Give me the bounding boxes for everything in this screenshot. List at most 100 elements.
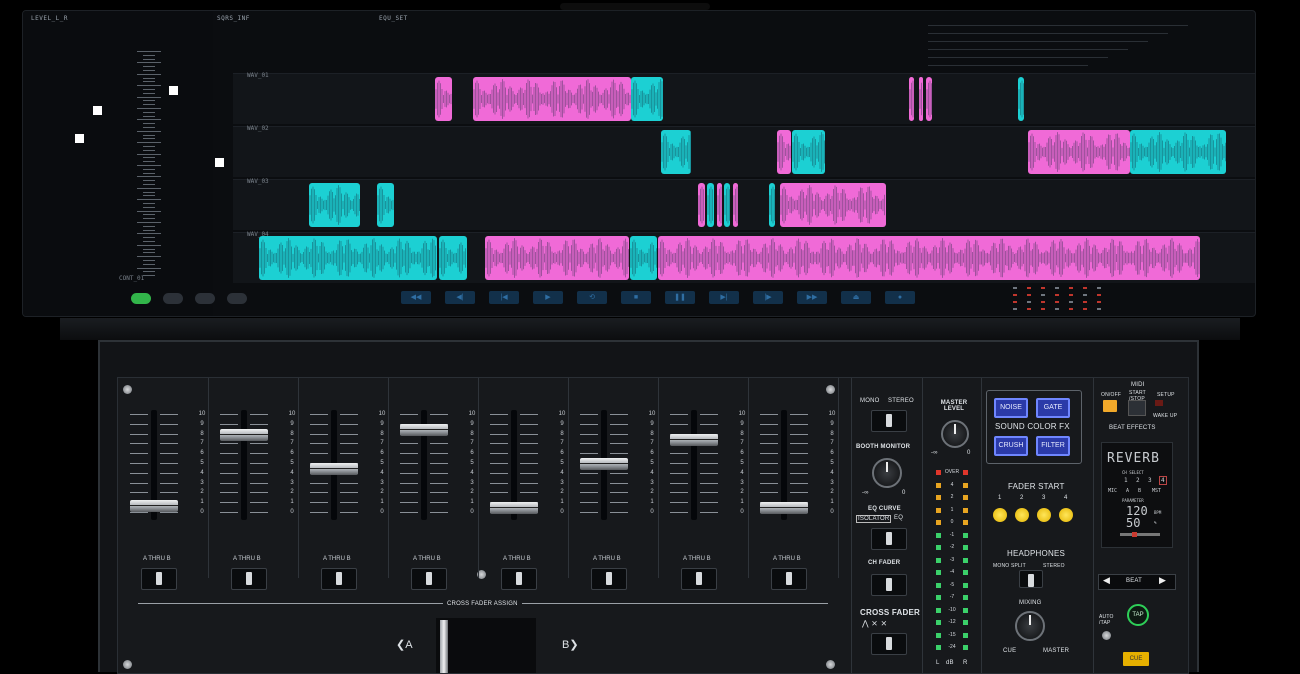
record-icon[interactable]: ● — [885, 291, 915, 304]
level-marker[interactable] — [93, 106, 102, 115]
audio-clip[interactable] — [630, 236, 657, 280]
fader-tick — [790, 463, 808, 464]
ruler-tick — [143, 237, 155, 239]
next-icon[interactable]: ▶| — [709, 291, 739, 304]
stop-icon[interactable]: ■ — [621, 291, 651, 304]
crossfader-assign-switch[interactable] — [231, 568, 267, 590]
channel-fader-cap[interactable] — [490, 502, 538, 515]
audio-clip[interactable] — [777, 130, 791, 174]
auto-tap-switch[interactable] — [1102, 631, 1111, 640]
audio-clip[interactable] — [733, 183, 738, 227]
booth-monitor-knob[interactable] — [872, 458, 902, 488]
fast-forward-icon[interactable]: ▶▶ — [797, 291, 827, 304]
channel-fader-cap[interactable] — [580, 458, 628, 471]
headphones-mono-split-switch[interactable] — [1019, 570, 1043, 588]
track-row[interactable]: WAV_03 — [233, 178, 1255, 230]
headphones-mixing-knob[interactable] — [1015, 611, 1045, 641]
audio-clip[interactable] — [439, 236, 467, 280]
audio-clip[interactable] — [631, 77, 663, 121]
status-light[interactable] — [163, 293, 183, 304]
audio-clip[interactable] — [769, 183, 775, 227]
channel-fader-cap[interactable] — [310, 463, 358, 475]
channel-fader-cap[interactable] — [760, 502, 808, 515]
ch-fader-curve-switch[interactable] — [871, 574, 907, 596]
audio-clip[interactable] — [698, 183, 705, 227]
crossfader-cap[interactable] — [440, 620, 448, 673]
midi-on-off-button[interactable] — [1103, 400, 1117, 412]
status-dot — [1041, 287, 1045, 289]
crush-button[interactable]: CRUSH — [994, 436, 1028, 456]
channel-fader-cap[interactable] — [220, 428, 268, 441]
tap-button[interactable]: TAP — [1127, 604, 1149, 626]
pause-icon[interactable]: ❚❚ — [665, 291, 695, 304]
channel-fader-cap[interactable] — [670, 433, 718, 446]
audio-clip[interactable] — [485, 236, 629, 280]
audio-clip[interactable] — [309, 183, 360, 227]
master-max-label: 0 — [967, 450, 971, 456]
level-marker[interactable] — [75, 134, 84, 143]
level-marker[interactable] — [169, 86, 178, 95]
status-light[interactable] — [195, 293, 215, 304]
audio-clip[interactable] — [661, 130, 691, 174]
audio-clip[interactable] — [658, 236, 1200, 280]
gate-button[interactable]: GATE — [1036, 398, 1070, 418]
cue-button[interactable]: CUE — [1123, 652, 1149, 666]
cross-fader-curve-switch[interactable] — [871, 633, 907, 655]
fader-start-button[interactable] — [1015, 508, 1029, 522]
status-light[interactable] — [227, 293, 247, 304]
assign-label: A THRU B — [323, 556, 351, 562]
audio-clip[interactable] — [792, 130, 825, 174]
fader-scale-num: 0 — [560, 508, 564, 515]
track-row[interactable]: WAV_01 — [233, 72, 1255, 124]
midi-start-stop-button[interactable] — [1128, 400, 1146, 416]
noise-button[interactable]: NOISE — [994, 398, 1028, 418]
crossfader-assign-switch[interactable] — [501, 568, 537, 590]
crossfader-assign-switch[interactable] — [591, 568, 627, 590]
audio-clip[interactable] — [1028, 130, 1130, 174]
audio-clip[interactable] — [717, 183, 722, 227]
step-back-icon[interactable]: ◀| — [445, 291, 475, 304]
prev-icon[interactable]: |◀ — [489, 291, 519, 304]
filter-button[interactable]: FILTER — [1036, 436, 1070, 456]
audio-clip[interactable] — [919, 77, 923, 121]
crossfader-assign-switch[interactable] — [321, 568, 357, 590]
loop-icon[interactable]: ⟲ — [577, 291, 607, 304]
status-light[interactable] — [131, 293, 151, 304]
audio-clip[interactable] — [435, 77, 452, 121]
mono-stereo-switch[interactable] — [871, 410, 907, 432]
eject-icon[interactable]: ⏏ — [841, 291, 871, 304]
fader-scale: 10 9 8 7 6 5 4 3 2 1 0 — [468, 410, 476, 518]
step-forward-icon[interactable]: |▶ — [753, 291, 783, 304]
fader-start-button[interactable] — [1037, 508, 1051, 522]
crossfader-assign-switch[interactable] — [141, 568, 177, 590]
beat-right-button[interactable]: ▶ — [1159, 575, 1166, 586]
track-row[interactable]: WAV_04 — [233, 231, 1255, 283]
waveform-path — [724, 186, 730, 224]
assign-thru: THRU — [508, 556, 527, 562]
rewind-icon[interactable]: ◀◀ — [401, 291, 431, 304]
crossfader-assign-switch[interactable] — [771, 568, 807, 590]
crossfader-assign-switch[interactable] — [411, 568, 447, 590]
master-level-knob[interactable] — [941, 420, 969, 448]
headphones-label: HEADPHONES — [1007, 549, 1066, 558]
audio-clip[interactable] — [1018, 77, 1024, 121]
channel-fader-cap[interactable] — [130, 500, 178, 513]
audio-clip[interactable] — [724, 183, 730, 227]
crossfader-assign-switch[interactable] — [681, 568, 717, 590]
audio-clip[interactable] — [259, 236, 437, 280]
audio-clip[interactable] — [926, 77, 932, 121]
track-row[interactable]: WAV_02 — [233, 125, 1255, 177]
audio-clip[interactable] — [473, 77, 631, 121]
fader-start-button[interactable] — [1059, 508, 1073, 522]
beat-left-button[interactable]: ◀ — [1103, 575, 1110, 586]
audio-clip[interactable] — [909, 77, 914, 121]
audio-clip[interactable] — [1130, 130, 1226, 174]
channel-fader-cap[interactable] — [400, 423, 448, 436]
fader-start-button[interactable] — [993, 508, 1007, 522]
play-icon[interactable]: ▶ — [533, 291, 563, 304]
audio-clip[interactable] — [780, 183, 886, 227]
eq-curve-switch[interactable] — [871, 528, 907, 550]
fader-tick — [220, 472, 238, 474]
audio-clip[interactable] — [377, 183, 394, 227]
audio-clip[interactable] — [707, 183, 714, 227]
